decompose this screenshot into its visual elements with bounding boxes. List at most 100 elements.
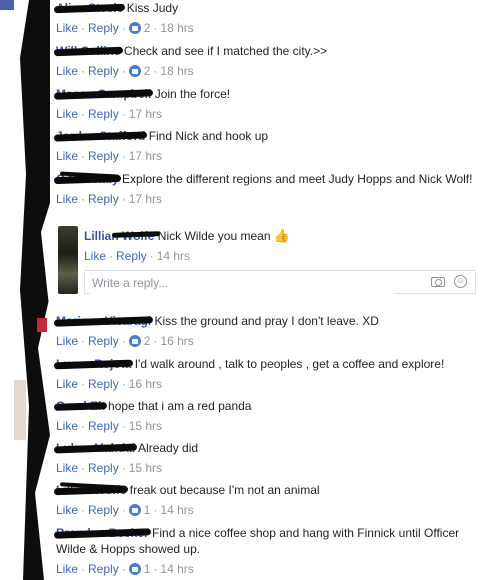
like-icon[interactable] <box>128 335 141 347</box>
reply-link[interactable]: Reply <box>88 64 119 78</box>
comment: Will Collins Check and see if I matched … <box>53 43 488 79</box>
timestamp[interactable]: 15 hrs <box>129 461 162 475</box>
timestamp[interactable]: 14 hrs <box>157 249 190 263</box>
like-link[interactable]: Like <box>56 107 78 121</box>
reply-link[interactable]: Reply <box>116 249 147 263</box>
timestamp[interactable]: 14 hrs <box>160 562 193 576</box>
comment-text: Explore the different regions and meet J… <box>122 172 473 186</box>
comment-actions: Like · Reply · 17 hrs <box>56 107 163 121</box>
timestamp[interactable]: 18 hrs <box>160 64 193 78</box>
comment-body: Lukas Mahdal Already did <box>53 440 488 456</box>
reply-link[interactable]: Reply <box>88 21 119 35</box>
commenter-name[interactable]: Lillian Wolfe <box>84 228 161 244</box>
comment-text: Already did <box>138 441 199 455</box>
reply-link[interactable]: Reply <box>88 334 119 348</box>
commenter-name[interactable]: Lukas Mahdal <box>53 440 138 456</box>
timestamp[interactable]: 17 hrs <box>129 149 162 163</box>
like-link[interactable]: Like <box>84 249 106 263</box>
reply-link[interactable]: Reply <box>88 377 119 391</box>
like-link[interactable]: Like <box>56 21 78 35</box>
comment-actions: Like · Reply · 2 · 18 hrs <box>56 64 194 78</box>
avatar[interactable] <box>58 226 78 294</box>
timestamp[interactable]: 18 hrs <box>160 21 193 35</box>
comment-text: I'd walk around , talk to peoples , get … <box>134 357 445 371</box>
reply-link[interactable]: Reply <box>88 107 119 121</box>
comment-reply: Lillian Wolfe Nick Wilde you mean 👍 Like… <box>84 228 484 264</box>
comment-body: Brandon Becker Find a nice coffee shop a… <box>53 525 488 557</box>
left-panel-cropped <box>0 0 50 580</box>
commenter-name[interactable]: Alice Steele <box>53 0 126 16</box>
reply-link[interactable]: Reply <box>88 192 119 206</box>
like-link[interactable]: Like <box>56 562 78 576</box>
comment-actions: Like · Reply · 2 · 16 hrs <box>56 334 194 348</box>
comment-body: Lillian Wolfe Nick Wilde you mean 👍 <box>84 228 484 244</box>
like-link[interactable]: Like <box>56 149 78 163</box>
comment-actions: Like · Reply · 14 hrs <box>84 249 191 263</box>
commenter-name[interactable]: Lucas Rojota <box>53 356 134 372</box>
like-link[interactable]: Like <box>56 64 78 78</box>
reply-link[interactable]: Reply <box>88 562 119 576</box>
reply-link[interactable]: Reply <box>88 419 119 433</box>
comment-text: Check and see if I matched the city.>> <box>123 44 328 58</box>
comment-body: Jordan Stafford Find Nick and hook up <box>53 128 488 144</box>
like-icon[interactable] <box>128 65 141 77</box>
comment-body: Lillian Wolfe freak out because I'm not … <box>53 482 488 498</box>
comment: Brandon Becker Find a nice coffee shop a… <box>53 525 488 577</box>
camera-icon[interactable] <box>431 277 445 287</box>
comment: Lucas Rojota I'd walk around , talk to p… <box>53 356 488 392</box>
comment: Lukas Mahdal Already did Like·Reply·15 h… <box>53 440 488 476</box>
commenter-name[interactable]: Lillian Wolfe <box>53 482 129 498</box>
commenter-name[interactable]: Brandon Becker <box>53 525 151 541</box>
commenter-name[interactable]: Coral Ek <box>53 398 107 414</box>
commenter-name[interactable]: Jordan Stafford <box>53 128 148 144</box>
comment: Jordan Stafford Find Nick and hook up Li… <box>53 128 488 164</box>
comment: C McCrady Explore the different regions … <box>53 171 488 207</box>
commenter-name[interactable]: Mariana Vicaragi <box>53 313 154 329</box>
timestamp[interactable]: 14 hrs <box>160 503 193 517</box>
comment-body: Mason Campbell Join the force! <box>53 86 488 102</box>
comment-body: C McCrady Explore the different regions … <box>53 171 488 187</box>
reply-link[interactable]: Reply <box>88 149 119 163</box>
smiley-icon[interactable]: ☺ <box>454 275 467 288</box>
like-link[interactable]: Like <box>56 192 78 206</box>
reply-link[interactable]: Reply <box>88 503 119 517</box>
comment-actions: Like · Reply · 16 hrs <box>56 377 163 391</box>
timestamp[interactable]: 15 hrs <box>129 419 162 433</box>
timestamp[interactable]: 17 hrs <box>129 192 162 206</box>
like-icon[interactable] <box>128 504 141 516</box>
comment: Lillian Wolfe freak out because I'm not … <box>53 482 488 518</box>
comment-actions: Like · Reply · 1 · 14 hrs <box>56 562 194 576</box>
reply-composer[interactable]: ☺ <box>84 270 476 295</box>
reply-link[interactable]: Reply <box>88 461 119 475</box>
like-icon[interactable] <box>128 563 141 575</box>
comment-text: Kiss Judy <box>126 1 179 15</box>
comment: Alice Steele Kiss Judy Like·Reply·2·18 h… <box>53 0 488 36</box>
thumbs-up-emoji: 👍 <box>273 228 291 243</box>
comment-actions: Like · Reply · 1 · 14 hrs <box>56 503 194 517</box>
like-link[interactable]: Like <box>56 461 78 475</box>
comment-text: Join the force! <box>154 87 231 101</box>
comment-actions: Like · Reply · 15 hrs <box>56 461 163 475</box>
comment-text: Find Nick and hook up <box>148 129 269 143</box>
reply-input[interactable] <box>90 271 394 295</box>
comment-body: Will Collins Check and see if I matched … <box>53 43 488 59</box>
comment-actions: Like · Reply · 17 hrs <box>56 149 163 163</box>
comment-body: Mariana Vicaragi Kiss the ground and pra… <box>53 313 488 329</box>
like-icon[interactable] <box>128 22 141 34</box>
comment-actions: Like · Reply · 15 hrs <box>56 419 163 433</box>
commenter-name[interactable]: Mason Campbell <box>53 86 154 102</box>
commenter-name[interactable]: Will Collins <box>53 43 123 59</box>
like-link[interactable]: Like <box>56 334 78 348</box>
comment-actions: Like · Reply · 2 · 18 hrs <box>56 21 194 35</box>
comment-text: freak out because I'm not an animal <box>129 483 320 497</box>
commenter-name[interactable]: C McCrady <box>53 171 121 187</box>
like-link[interactable]: Like <box>56 503 78 517</box>
like-link[interactable]: Like <box>56 419 78 433</box>
timestamp[interactable]: 17 hrs <box>129 107 162 121</box>
comment-body: Coral Ek hope that i am a red panda <box>53 398 488 414</box>
like-link[interactable]: Like <box>56 377 78 391</box>
comment: Coral Ek hope that i am a red panda Like… <box>53 398 488 434</box>
timestamp[interactable]: 16 hrs <box>160 334 193 348</box>
timestamp[interactable]: 16 hrs <box>129 377 162 391</box>
comment-text: Nick Wilde you mean <box>157 229 271 243</box>
